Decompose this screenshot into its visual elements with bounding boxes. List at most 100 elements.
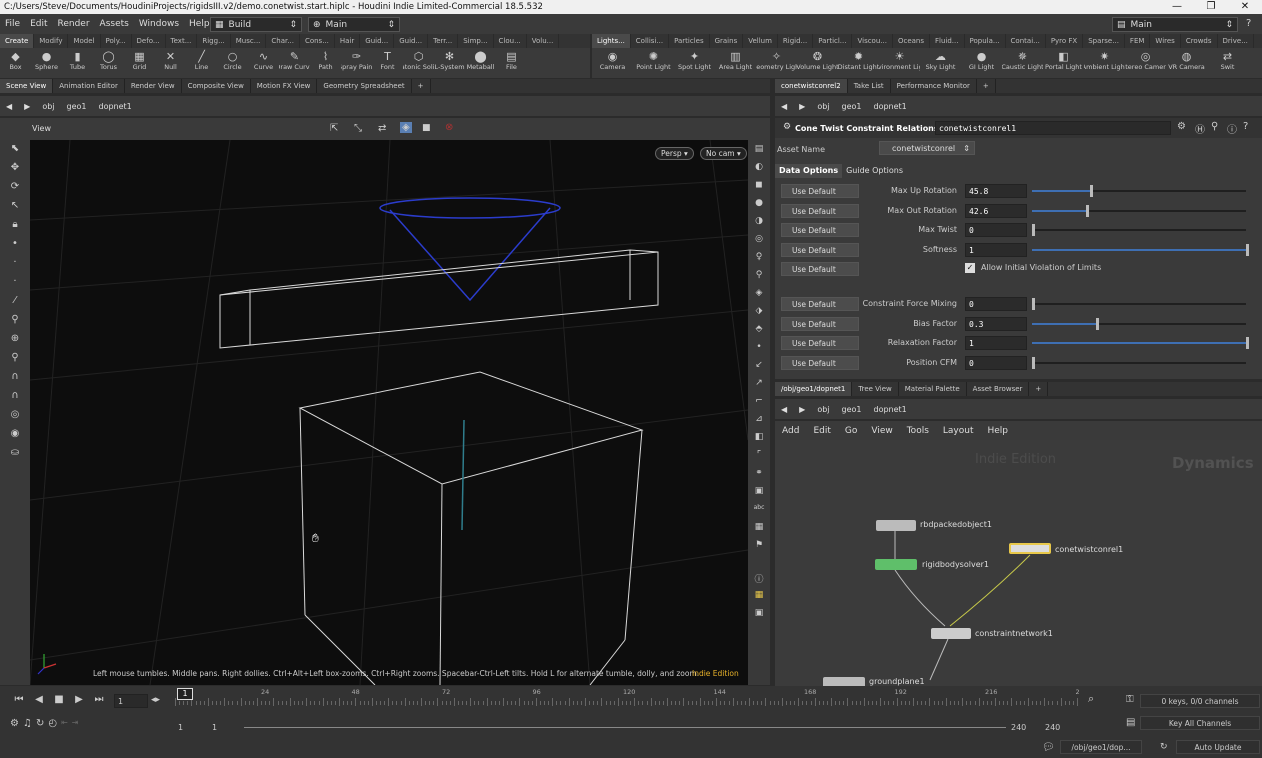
node-groundplane[interactable] xyxy=(823,677,865,686)
path-obj[interactable]: obj xyxy=(811,102,835,111)
keyframe-icon[interactable]: ⚿ xyxy=(1126,694,1134,705)
clock-icon[interactable]: ◴ xyxy=(48,718,57,729)
back-icon[interactable]: ◀ xyxy=(775,102,793,111)
select-arrow-icon[interactable]: ⬉ xyxy=(6,143,24,159)
shelf-tab[interactable]: Viscou... xyxy=(852,34,893,48)
use-default-button[interactable]: Use Default xyxy=(781,336,859,350)
param-slider[interactable] xyxy=(1032,204,1246,217)
gear-icon[interactable]: ⚙ xyxy=(1177,121,1186,132)
shelf-tool-file[interactable]: ▤ File xyxy=(496,48,527,78)
next-key-icon[interactable]: ⇥ xyxy=(72,718,79,729)
shelf-tab[interactable]: Collisi... xyxy=(631,34,670,48)
range-slider[interactable] xyxy=(244,727,1006,728)
path-geo1[interactable]: geo1 xyxy=(836,102,868,111)
pane-tab[interactable]: Animation Editor xyxy=(53,79,125,93)
param-value-field[interactable]: 42.6 xyxy=(965,203,1027,218)
network-menu-help[interactable]: Help xyxy=(981,426,1016,436)
step-icon[interactable]: ◂▸ xyxy=(151,695,160,705)
shelf-tab[interactable]: Oceans xyxy=(893,34,931,48)
pin-icon[interactable]: ⚑ xyxy=(751,540,767,554)
stop-icon[interactable]: ■ xyxy=(50,694,68,705)
pointer-icon[interactable]: ↖ xyxy=(6,200,24,216)
node-constraintnetwork[interactable] xyxy=(931,628,971,639)
magnet-icon[interactable]: ∩ xyxy=(6,371,24,387)
shelf-tool-area-light[interactable]: ▥ Area Light xyxy=(715,48,756,78)
shelf-tool-sky-light[interactable]: ☁ Sky Light xyxy=(920,48,961,78)
param-slider-knob[interactable] xyxy=(1246,243,1249,256)
shelf-tab[interactable]: Rigid... xyxy=(778,34,814,48)
view-tool-icon[interactable]: ◈ xyxy=(400,122,412,133)
end-frame[interactable]: 240 xyxy=(1011,723,1026,732)
shelf-tab[interactable]: Grains xyxy=(710,34,744,48)
desktop-dropdown[interactable]: ▦ Build ⇕ xyxy=(210,17,302,32)
sound-icon[interactable]: ♫ xyxy=(23,718,32,729)
play-back-icon[interactable]: ◀ xyxy=(30,694,48,705)
shelf-tool-metaball[interactable]: ⬤ Metaball xyxy=(465,48,496,78)
tab-data-options[interactable]: Data Options xyxy=(775,164,843,178)
crop-icon[interactable]: ⌜ xyxy=(751,450,767,464)
prim-icon[interactable]: ⬘ xyxy=(751,324,767,338)
shelf-tab[interactable]: Cons... xyxy=(300,34,335,48)
shelf-tool-spray-paint[interactable]: ✑Spray Paint xyxy=(341,48,372,78)
scene-viewport[interactable]: ✋︎ Persp ▾ No cam ▾ Left mouse tumbles. … xyxy=(30,140,748,685)
param-slider-knob[interactable] xyxy=(1032,356,1035,369)
shelf-tool-environment-light[interactable]: ☀Environment Light xyxy=(879,48,920,78)
shelf-tab[interactable]: Popula... xyxy=(965,34,1006,48)
magnify-icon[interactable]: ⚲ xyxy=(6,352,24,368)
shelf-tab[interactable]: Particl... xyxy=(813,34,853,48)
shelf-tab[interactable]: FEM xyxy=(1125,34,1151,48)
shelf-tool-volume-light[interactable]: ❂ Volume Light xyxy=(797,48,838,78)
pane-tab[interactable]: Render View xyxy=(125,79,182,93)
split-icon[interactable]: ◧ xyxy=(751,432,767,446)
points-icon[interactable]: ⬗ xyxy=(751,306,767,320)
shelf-tool-curve[interactable]: ∿ Curve xyxy=(248,48,279,78)
magnet-alt-icon[interactable]: ∩ xyxy=(6,390,24,406)
camera-icon[interactable]: ⚲ xyxy=(751,270,767,284)
pane-tab[interactable]: Motion FX View xyxy=(251,79,318,93)
shelf-tool-platonic-solids[interactable]: ⬡Platonic Solids xyxy=(403,48,434,78)
shelf-tab[interactable]: Vellum xyxy=(743,34,778,48)
play-forward-icon[interactable]: ▶ xyxy=(70,694,88,705)
auto-update-dropdown[interactable]: Auto Update xyxy=(1176,740,1260,754)
zoom-icon[interactable]: ⊕ xyxy=(6,333,24,349)
use-default-button[interactable]: Use Default xyxy=(781,203,859,218)
prev-key-icon[interactable]: ⇤ xyxy=(61,718,68,729)
path-geo1[interactable]: geo1 xyxy=(836,405,868,414)
shelf-tab[interactable]: Guid... xyxy=(394,34,429,48)
loop-icon[interactable]: ↻ xyxy=(36,718,44,729)
shelf-tab[interactable]: Terr... xyxy=(428,34,459,48)
shelf-tool-spot-light[interactable]: ✦ Spot Light xyxy=(674,48,715,78)
menu-assets[interactable]: Assets xyxy=(95,19,134,29)
shelf-tool-distant-light[interactable]: ✹ Distant Light xyxy=(838,48,879,78)
shelf-tool-camera[interactable]: ◉ Camera xyxy=(592,48,633,78)
shelf-tool-circle[interactable]: ○ Circle xyxy=(217,48,248,78)
forward-icon[interactable]: ▶ xyxy=(793,405,811,414)
cube-icon[interactable]: ▣ xyxy=(751,486,767,500)
globe-icon[interactable]: ◉ xyxy=(6,428,24,444)
lock-view-icon[interactable]: ◼ xyxy=(751,180,767,194)
shelf-tab[interactable]: Pyro FX xyxy=(1046,34,1084,48)
shelf-tool-draw-curve[interactable]: ✎Draw Curve xyxy=(279,48,310,78)
shelf-tab[interactable]: Hair xyxy=(335,34,361,48)
path-dopnet1[interactable]: dopnet1 xyxy=(868,405,913,414)
shelf-tab[interactable]: Modify xyxy=(34,34,69,48)
abc-icon[interactable]: abc xyxy=(751,504,767,518)
snap-curve-icon[interactable]: ⁄ xyxy=(6,295,24,311)
context-dropdown[interactable]: ⊕ Main ⇕ xyxy=(308,17,400,32)
param-slider-knob[interactable] xyxy=(1032,298,1035,310)
pane-tab[interactable]: Asset Browser xyxy=(967,382,1030,396)
use-default-button[interactable]: Use Default xyxy=(781,297,859,311)
start-frame[interactable]: 1 xyxy=(178,723,183,732)
forward-icon[interactable]: ▶ xyxy=(793,102,811,111)
network-menu-edit[interactable]: Edit xyxy=(806,426,837,436)
shelf-tool-font[interactable]: T Font xyxy=(372,48,403,78)
param-slider-knob[interactable] xyxy=(1246,337,1249,349)
use-default-button[interactable]: Use Default xyxy=(781,316,859,331)
shelf-tab[interactable]: Poly... xyxy=(101,34,132,48)
help-h-icon[interactable]: Ⓗ xyxy=(1195,121,1205,136)
param-slider[interactable] xyxy=(1032,337,1249,349)
snap-grid-icon[interactable]: · xyxy=(6,257,24,273)
shelf-tab[interactable]: Simp... xyxy=(458,34,494,48)
node-rigidbodysolver[interactable] xyxy=(875,559,917,570)
path-obj[interactable]: obj xyxy=(36,102,60,111)
